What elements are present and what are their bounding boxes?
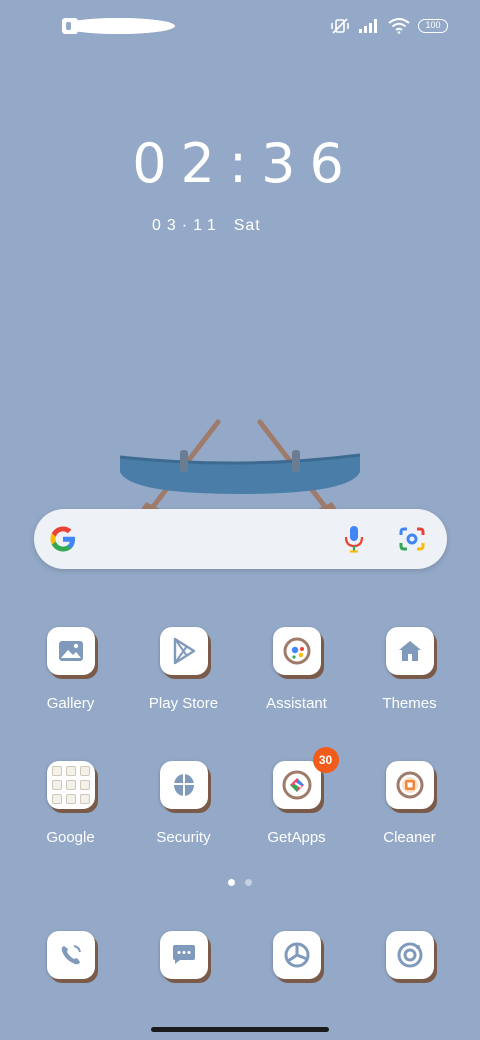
dock-phone[interactable] [14,931,127,979]
google-g-icon[interactable] [48,524,78,554]
app-play-store[interactable]: Play Store [127,627,240,712]
status-bar: 100 [0,0,480,56]
notification-icons [62,18,175,34]
app-label: Assistant [266,695,327,712]
google-search-bar[interactable] [34,509,447,569]
security-icon[interactable] [159,761,208,809]
signal-icon [359,19,377,33]
app-gallery[interactable]: Gallery [14,627,127,712]
page-indicator[interactable] [228,879,252,886]
page-dot[interactable] [245,879,252,886]
app-label: Google [46,829,95,846]
date-text: 03·11 [152,217,222,234]
app-label: Gallery [46,695,95,712]
app-label: Play Store [148,695,219,712]
google-lens-icon[interactable] [398,525,426,553]
system-icons: 100 [330,17,448,35]
notification-badge: 30 [312,747,339,773]
app-label: Themes [382,695,437,712]
gallery-icon[interactable] [46,627,95,675]
app-label: Security [156,829,211,846]
microphone-icon[interactable] [343,525,365,553]
camera-icon[interactable] [385,931,434,979]
assistant-icon[interactable] [272,627,321,675]
folder-icon[interactable] [46,761,95,809]
wifi-icon [388,18,410,34]
app-assistant[interactable]: Assistant [240,627,353,712]
browser-icon[interactable] [272,931,321,979]
canoe-wallpaper-illustration [119,419,361,520]
clock-date[interactable]: 03·11 Sat [152,217,261,235]
messages-icon[interactable] [159,931,208,979]
app-cleaner[interactable]: Cleaner [353,761,466,846]
dock-browser[interactable] [240,931,353,979]
app-google-folder[interactable]: Google [14,761,127,846]
app-themes[interactable]: Themes [353,627,466,712]
weekday-text: Sat [233,217,261,234]
cleaner-icon[interactable] [385,761,434,809]
app-notification-icon [62,18,175,34]
clock-time[interactable]: 02:36 [0,132,480,195]
app-label: GetApps [267,829,326,846]
play-store-icon[interactable] [159,627,208,675]
getapps-icon[interactable]: 30 [272,747,339,809]
dock-camera[interactable] [353,931,466,979]
dock-messages[interactable] [127,931,240,979]
themes-icon[interactable] [385,627,434,675]
phone-icon[interactable] [46,931,95,979]
app-security[interactable]: Security [127,761,240,846]
app-getapps[interactable]: 30 GetApps [240,747,353,846]
gesture-navigation-bar[interactable] [151,1027,329,1032]
app-label: Cleaner [383,829,436,846]
battery-indicator: 100 [418,19,448,33]
vibrate-off-icon [331,18,349,34]
page-dot-active[interactable] [228,879,235,886]
